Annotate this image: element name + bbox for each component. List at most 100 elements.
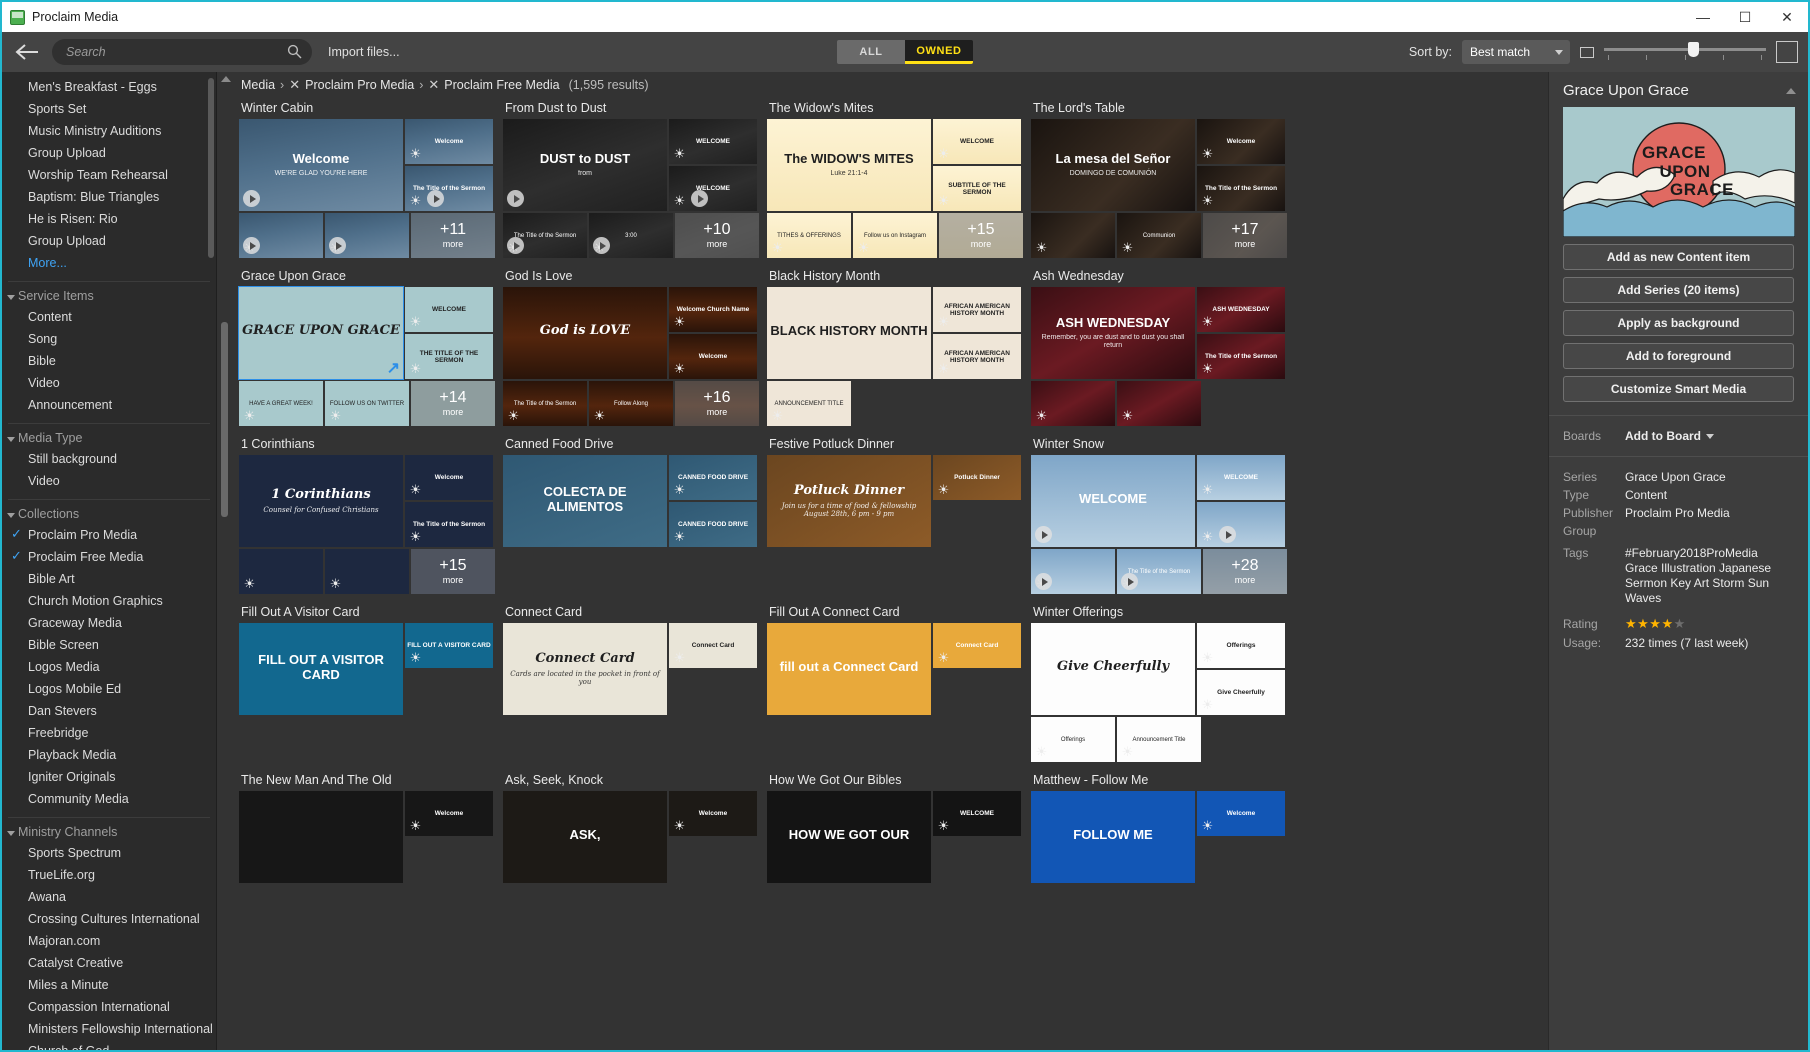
smart-media-icon[interactable]: ☀ [936,193,951,208]
sidebar-item-catalyst-creative[interactable]: Catalyst Creative [2,952,216,974]
sidebar-item-proclaim-pro-media[interactable]: Proclaim Pro Media [2,524,216,546]
play-icon[interactable] [507,190,524,207]
search-input[interactable] [52,39,312,65]
sidebar-item-announcement[interactable]: Announcement [2,394,216,416]
add-as-new-content-item-button[interactable]: Add as new Content item [1563,244,1794,270]
play-icon[interactable] [329,237,346,254]
smart-media-icon[interactable]: ☀ [936,146,951,161]
sidebar-item-video[interactable]: Video [2,470,216,492]
smart-media-icon[interactable]: ☀ [1120,408,1135,423]
smart-media-icon[interactable]: ☀ [672,146,687,161]
media-thumbnail[interactable]: The Title of the Sermon☀ [405,166,493,211]
play-icon[interactable] [691,190,708,207]
remove-filter-icon-2[interactable]: ✕ [428,77,439,93]
media-card-title[interactable]: Connect Card [505,605,755,619]
media-thumbnail[interactable]: Offerings ☀ [1197,623,1285,668]
media-thumbnail[interactable]: Connect Card ☀ [669,623,757,668]
sidebar-item-awana[interactable]: Awana [2,886,216,908]
media-thumbnail[interactable]: WELCOME ☀ [405,287,493,332]
media-thumbnail[interactable]: AFRICAN AMERICAN HISTORY MONTH ☀ [933,334,1021,379]
media-card-title[interactable]: Matthew - Follow Me [1033,773,1283,787]
add-to-foreground-button[interactable]: Add to foreground [1563,343,1794,369]
smart-media-icon[interactable]: ☀ [408,818,423,833]
media-thumbnail[interactable]: ☀ [1197,502,1285,547]
media-thumbnail[interactable]: HAVE A GREAT WEEK! ☀ [239,381,323,426]
media-card-title[interactable]: Ask, Seek, Knock [505,773,755,787]
sidebar-group-media-type[interactable]: Media Type [2,429,216,448]
media-hero-thumbnail[interactable]: La mesa del Señor DOMINGO DE COMUNIÓN [1031,119,1195,211]
media-thumbnail[interactable]: ☀ [1031,549,1115,594]
import-files-link[interactable]: Import files... [328,45,400,59]
play-icon[interactable] [593,237,610,254]
sidebar-item-recent-7[interactable]: Group Upload [2,230,216,252]
media-card-title[interactable]: The Widow's Mites [769,101,1019,115]
media-thumbnail[interactable]: The Title of the Sermon☀ [503,381,587,426]
media-hero-thumbnail[interactable]: ASK, [503,791,667,883]
sidebar-item-proclaim-free-media[interactable]: Proclaim Free Media [2,546,216,568]
media-thumbnail[interactable]: AFRICAN AMERICAN HISTORY MONTH ☀ [933,287,1021,332]
media-thumbnail[interactable]: WELCOME ☀ [1197,455,1285,500]
smart-media-icon[interactable]: ☀ [672,361,687,376]
sidebar-item-recent-0[interactable]: Men's Breakfast - Eggs [2,76,216,98]
apply-as-background-button[interactable]: Apply as background [1563,310,1794,336]
media-thumbnail[interactable]: Follow us on Instagram ☀ [853,213,937,258]
media-hero-thumbnail[interactable]: fill out a Connect Card [767,623,931,715]
smart-media-icon[interactable]: ☀ [408,361,423,376]
media-thumbnail[interactable]: ☀ [239,549,323,594]
media-thumbnail[interactable]: ☀ [1117,381,1201,426]
media-thumbnail[interactable]: Welcome ☀ [405,791,493,836]
sidebar-item-recent-1[interactable]: Sports Set [2,98,216,120]
smart-media-icon[interactable]: ☀ [1200,697,1215,712]
media-thumbnail[interactable]: Welcome Church Name ☀ [669,287,757,332]
sidebar-item-recent-6[interactable]: He is Risen: Rio [2,208,216,230]
smart-media-icon[interactable]: ☀ [1200,146,1215,161]
rating-stars[interactable]: ★★★★★ [1625,616,1686,632]
smart-media-icon[interactable]: ☀ [856,240,871,255]
smart-media-icon[interactable]: ☀ [1200,482,1215,497]
media-hero-thumbnail[interactable]: FILL OUT A VISITOR CARD [239,623,403,715]
scroll-up-icon[interactable] [221,76,231,82]
smart-media-icon[interactable]: ☀ [506,408,521,423]
media-hero-thumbnail[interactable]: WELCOME [1031,455,1195,547]
scroll-thumb[interactable] [221,322,228,517]
media-thumbnail[interactable]: Welcome ☀ [405,119,493,164]
sidebar-item-compassion-international[interactable]: Compassion International [2,996,216,1018]
media-more-thumbnail[interactable]: +11 more [411,213,495,258]
sidebar-item-still-background[interactable]: Still background [2,448,216,470]
smart-media-icon[interactable]: ☀ [936,482,951,497]
add-series-button[interactable]: Add Series (20 items) [1563,277,1794,303]
media-hero-thumbnail[interactable]: COLECTA DE ALIMENTOS [503,455,667,547]
media-thumbnail[interactable]: THE TITLE OF THE SERMON ☀ [405,334,493,379]
sidebar-item-recent-2[interactable]: Music Ministry Auditions [2,120,216,142]
media-scrollbar[interactable] [217,72,235,1050]
media-thumbnail[interactable]: Announcement Title ☀ [1117,717,1201,762]
smart-media-icon[interactable]: ☀ [592,408,607,423]
back-arrow-icon[interactable] [12,37,42,67]
media-card-title[interactable]: Festive Potluck Dinner [769,437,1019,451]
media-hero-thumbnail[interactable]: 1 Corinthians Counsel for Confused Christ… [239,455,403,547]
collapse-panel-icon[interactable] [1786,88,1796,94]
smart-media-icon[interactable]: ☀ [1200,361,1215,376]
sidebar-item-freebridge[interactable]: Freebridge [2,722,216,744]
media-card-title[interactable]: From Dust to Dust [505,101,755,115]
media-thumbnail[interactable]: ☀ [239,213,323,258]
smart-media-icon[interactable]: ☀ [770,240,785,255]
details-preview[interactable]: GRACE UPON GRACE [1563,107,1795,237]
media-thumbnail[interactable]: WELCOME ☀ [669,166,757,211]
chevron-down-icon-boards[interactable] [1706,433,1714,439]
smart-media-icon[interactable]: ☀ [408,529,423,544]
media-thumbnail[interactable]: WELCOME ☀ [933,119,1021,164]
smart-media-icon[interactable]: ☀ [936,818,951,833]
close-icon[interactable]: ✕ [1766,2,1808,32]
media-card-title[interactable]: Canned Food Drive [505,437,755,451]
smart-media-icon[interactable]: ☀ [242,408,257,423]
media-card-title[interactable]: Fill Out A Connect Card [769,605,1019,619]
smart-media-icon[interactable]: ☀ [328,408,343,423]
smart-media-icon[interactable]: ☀ [1034,240,1049,255]
play-icon[interactable] [243,190,260,207]
media-thumbnail[interactable]: FOLLOW US ON TWITTER ☀ [325,381,409,426]
sidebar-group-service-items[interactable]: Service Items [2,287,216,306]
media-card-title[interactable]: The Lord's Table [1033,101,1283,115]
media-card-title[interactable]: Winter Cabin [241,101,491,115]
media-hero-thumbnail[interactable]: God is LOVE [503,287,667,379]
